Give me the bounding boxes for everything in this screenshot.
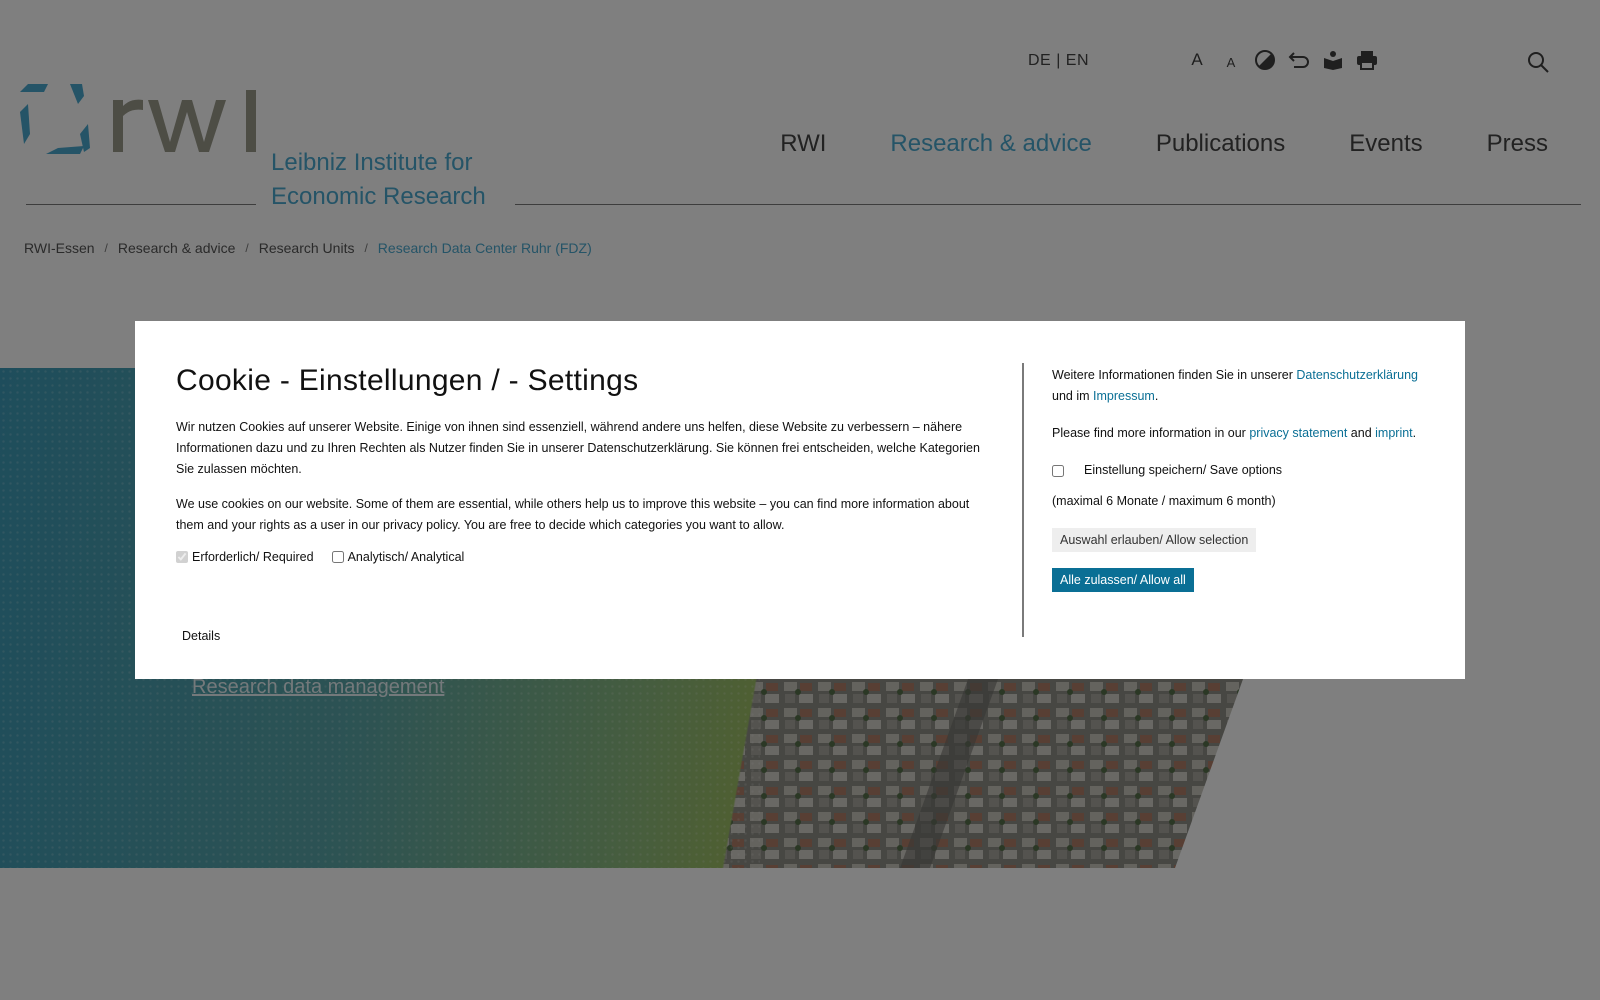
required-checkbox (176, 551, 188, 563)
allow-selection-button[interactable]: Auswahl erlauben/ Allow selection (1052, 528, 1257, 552)
required-label: Erforderlich/ Required (192, 550, 314, 564)
analytical-option[interactable]: Analytisch/ Analytical (331, 550, 465, 564)
impressum-link[interactable]: Impressum (1093, 389, 1155, 403)
info-de-mid: und im (1052, 389, 1090, 403)
datenschutz-link[interactable]: Datenschutzerklärung (1296, 368, 1418, 382)
cookie-dialog-title: Cookie - Einstellungen / - Settings (176, 364, 639, 397)
dialog-divider (1022, 363, 1024, 637)
max-duration-note: (maximal 6 Monate / maximum 6 month) (1052, 494, 1276, 508)
allow-all-button[interactable]: Alle zulassen/ Allow all (1052, 568, 1194, 592)
cookie-dialog-side: Weitere Informationen finden Sie in unse… (1052, 365, 1432, 592)
cookie-categories: Erforderlich/ Required Analytisch/ Analy… (176, 550, 996, 564)
save-options-label: Einstellung speichern/ Save options (1084, 463, 1283, 477)
cookie-settings-dialog: Cookie - Einstellungen / - Settings Wir … (135, 321, 1465, 679)
privacy-statement-link[interactable]: privacy statement (1249, 426, 1347, 440)
info-en-mid: and (1350, 426, 1372, 440)
imprint-link[interactable]: imprint (1375, 426, 1413, 440)
analytical-checkbox[interactable] (331, 551, 344, 563)
info-en: Please find more information in our priv… (1052, 426, 1417, 440)
info-de: Weitere Informationen finden Sie in unse… (1052, 368, 1418, 403)
analytical-label: Analytisch/ Analytical (347, 550, 465, 564)
required-option: Erforderlich/ Required (176, 550, 314, 564)
info-en-prefix: Please find more information in our (1052, 426, 1246, 440)
cookie-text-de: Wir nutzen Cookies auf unserer Website. … (176, 420, 980, 476)
save-options-checkbox[interactable] (1052, 464, 1064, 477)
info-de-prefix: Weitere Informationen finden Sie in unse… (1052, 368, 1293, 382)
cookie-text-en: We use cookies on our website. Some of t… (176, 497, 970, 532)
cookie-dialog-main: Cookie - Einstellungen / - Settings Wir … (176, 361, 996, 643)
save-options-row[interactable]: Einstellung speichern/ Save options (1052, 460, 1432, 481)
details-toggle[interactable]: Details (182, 629, 220, 643)
